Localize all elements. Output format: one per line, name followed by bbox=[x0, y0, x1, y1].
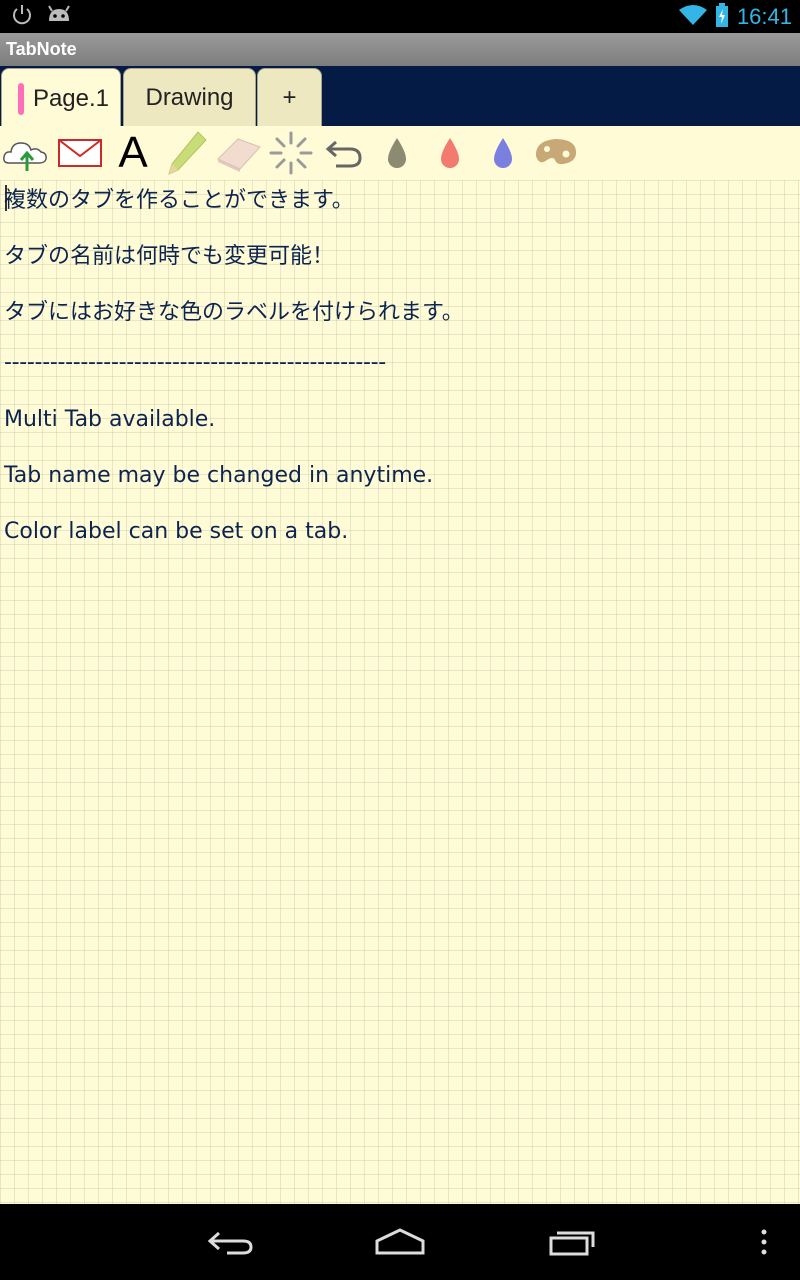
note-editor[interactable] bbox=[0, 180, 800, 1204]
android-debug-icon bbox=[46, 5, 72, 29]
add-tab-button[interactable]: + bbox=[257, 68, 322, 126]
palette-icon[interactable] bbox=[530, 128, 582, 178]
brush-size-icon[interactable] bbox=[265, 128, 317, 178]
ink-red-icon[interactable] bbox=[424, 128, 476, 178]
battery-icon bbox=[715, 3, 729, 31]
mail-icon[interactable] bbox=[54, 128, 106, 178]
clock: 16:41 bbox=[736, 4, 792, 29]
tab-label: Page.1 bbox=[32, 84, 110, 112]
tab-bar: Page.1 Drawing + bbox=[0, 66, 800, 128]
ink-blue-icon[interactable] bbox=[477, 128, 529, 178]
note-line: タブにはお好きな色のラベルを付けられます。 bbox=[4, 300, 464, 325]
tab-page-1[interactable]: Page.1 bbox=[1, 68, 121, 128]
note-line: 複数のタブを作ることができます。 bbox=[4, 188, 354, 213]
toolbar: A bbox=[0, 126, 800, 180]
home-icon[interactable] bbox=[368, 1220, 432, 1264]
menu-icon[interactable] bbox=[734, 1220, 794, 1264]
text-tool-glyph: A bbox=[118, 128, 148, 177]
color-label-marker bbox=[18, 83, 24, 115]
wifi-icon bbox=[678, 4, 707, 30]
note-line: Color label can be set on a tab. bbox=[4, 519, 349, 544]
pencil-icon[interactable] bbox=[160, 128, 212, 178]
title-bar: TabNote bbox=[0, 33, 800, 66]
status-bar: 16:41 bbox=[0, 0, 800, 33]
ink-gray-icon[interactable] bbox=[371, 128, 423, 178]
tab-label: Drawing bbox=[145, 83, 234, 111]
note-line: Tab name may be changed in anytime. bbox=[4, 463, 434, 488]
text-tool-icon[interactable]: A bbox=[107, 128, 159, 178]
note-separator: ----------------------------------------… bbox=[4, 350, 386, 375]
navigation-bar bbox=[0, 1204, 800, 1280]
tab-drawing[interactable]: Drawing bbox=[123, 68, 256, 126]
eraser-icon[interactable] bbox=[212, 128, 264, 178]
app-title: TabNote bbox=[6, 39, 77, 59]
cloud-upload-icon[interactable] bbox=[0, 128, 52, 178]
recents-icon[interactable] bbox=[540, 1220, 604, 1264]
power-icon bbox=[10, 3, 34, 31]
tab-label: + bbox=[282, 83, 297, 111]
note-line: タブの名前は何時でも変更可能！ bbox=[4, 244, 335, 269]
undo-icon[interactable] bbox=[318, 128, 370, 178]
note-line: Multi Tab available. bbox=[4, 407, 216, 432]
back-icon[interactable] bbox=[198, 1220, 262, 1264]
